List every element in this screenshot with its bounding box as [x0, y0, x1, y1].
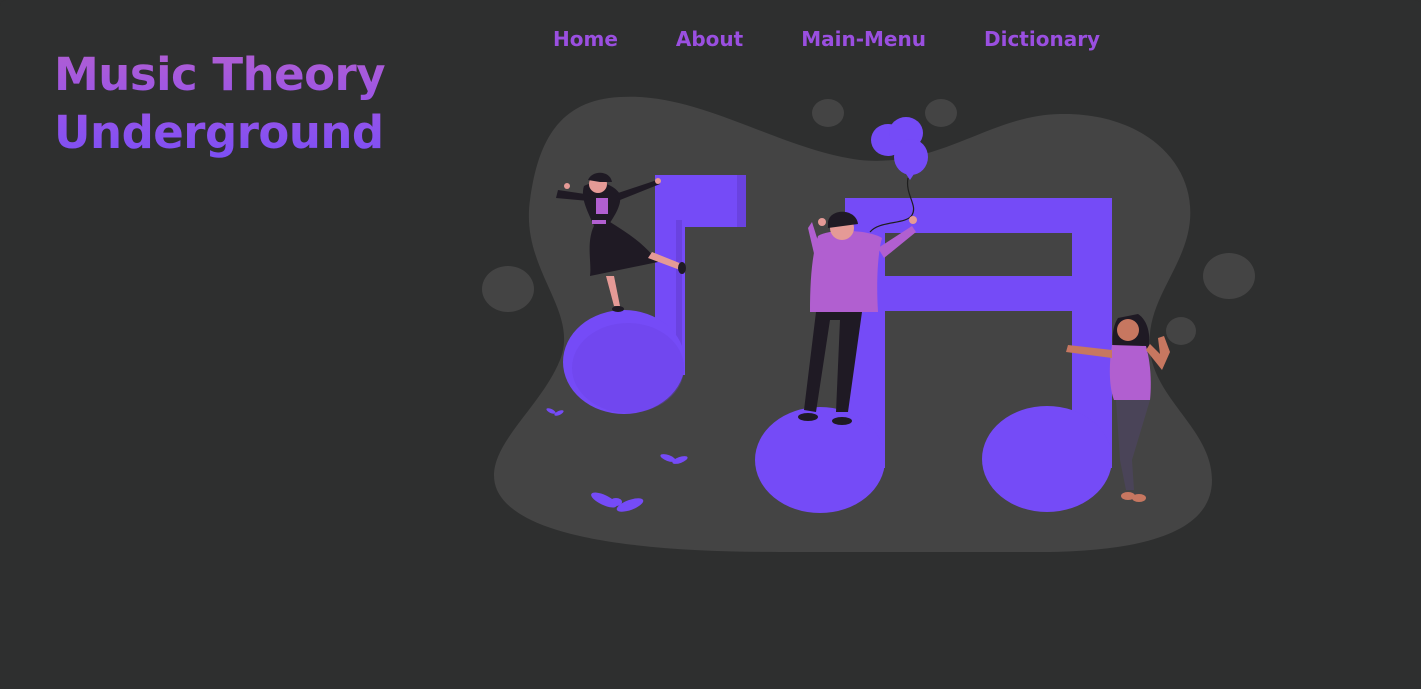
decor-circle	[925, 99, 957, 127]
site-logo[interactable]: Music Theory Underground	[54, 46, 385, 162]
nav-about-link[interactable]: About	[676, 26, 743, 52]
nav-dictionary-link[interactable]: Dictionary	[984, 26, 1100, 52]
logo-line-1: Music Theory	[54, 48, 386, 101]
decor-circle	[1203, 253, 1255, 299]
decor-circle	[1166, 317, 1196, 345]
decor-circle	[812, 99, 844, 127]
page: Music Theory Underground Home About Main…	[0, 0, 1421, 689]
main-nav: Home About Main-Menu Dictionary	[553, 26, 1100, 52]
logo-line-2: Underground	[54, 106, 384, 159]
decor-circle	[482, 266, 534, 312]
nav-home-link[interactable]: Home	[553, 26, 618, 52]
hero-illustration	[482, 96, 1255, 552]
nav-main-menu-link[interactable]: Main-Menu	[801, 26, 926, 52]
